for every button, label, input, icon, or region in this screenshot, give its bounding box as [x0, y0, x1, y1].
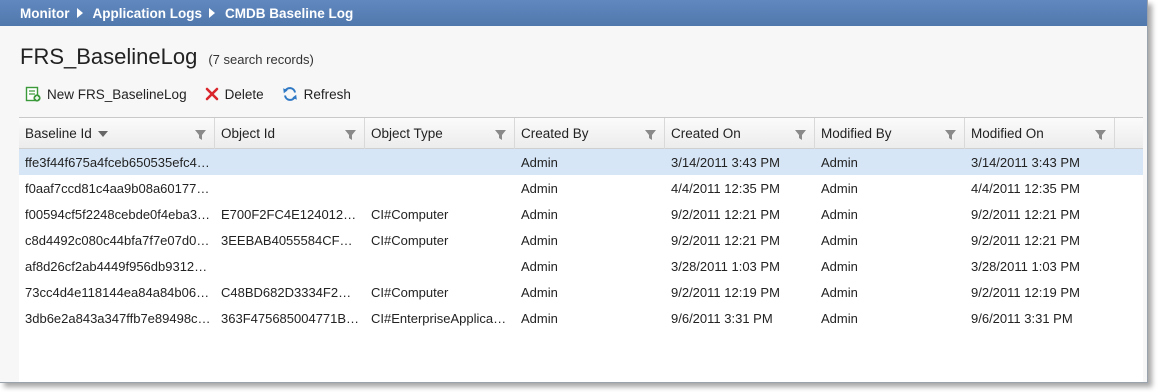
- column-header-label: Object Id: [221, 126, 276, 141]
- delete-x-icon: [205, 87, 219, 101]
- cell-modified-by: Admin: [821, 206, 858, 222]
- page-title: FRS_BaselineLog: [20, 44, 198, 69]
- table-row[interactable]: f0aaf7ccd81c4aa9b08a60177… Admin 4/4/201…: [19, 175, 1143, 201]
- column-header-label: Modified By: [821, 126, 892, 141]
- cell-object-id: C48BD682D3334F2…: [221, 284, 352, 300]
- column-header-label: Created By: [521, 126, 589, 141]
- table-row[interactable]: af8d26cf2ab4449f956db9312… Admin 3/28/20…: [19, 253, 1143, 279]
- cell-created-on: 9/2/2011 12:21 PM: [671, 206, 780, 222]
- column-header-modified-by[interactable]: Modified By: [815, 118, 965, 149]
- new-record-label: New FRS_BaselineLog: [47, 86, 187, 102]
- grid-header: Baseline Id Object Id Object Type Create…: [19, 118, 1143, 149]
- cell-modified-on: 9/2/2011 12:19 PM: [971, 284, 1080, 300]
- breadcrumb-item-cmdb-baseline-log: CMDB Baseline Log: [225, 6, 353, 21]
- cell-object-type: CI#Computer: [371, 206, 449, 222]
- cell-modified-by: Admin: [821, 284, 858, 300]
- cell-created-on: 9/2/2011 12:21 PM: [671, 232, 780, 248]
- grid-body: ffe3f44f675a4fceb650535efc4… Admin 3/14/…: [19, 149, 1143, 331]
- filter-icon[interactable]: [1095, 128, 1106, 143]
- cell-created-on: 9/2/2011 12:19 PM: [671, 284, 780, 300]
- refresh-label: Refresh: [303, 86, 351, 102]
- app-window: Monitor Application Logs CMDB Baseline L…: [0, 0, 1148, 383]
- cell-baseline-id: f00594cf5f2248cebde0f4eba3…: [25, 206, 211, 222]
- main-content: FRS_BaselineLog (7 search records) New F…: [0, 26, 1147, 382]
- cell-modified-on: 9/2/2011 12:21 PM: [971, 206, 1080, 222]
- delete-label: Delete: [224, 86, 264, 102]
- breadcrumb-label: Application Logs: [92, 5, 203, 21]
- chevron-right-icon: [76, 8, 83, 18]
- cell-baseline-id: f0aaf7ccd81c4aa9b08a60177…: [25, 180, 210, 196]
- cell-baseline-id: af8d26cf2ab4449f956db9312…: [25, 258, 208, 274]
- cell-created-by: Admin: [521, 284, 558, 300]
- new-record-button[interactable]: New FRS_BaselineLog: [25, 86, 187, 102]
- cell-created-by: Admin: [521, 154, 558, 170]
- cell-modified-on: 9/2/2011 12:21 PM: [971, 232, 1080, 248]
- column-header-label: Object Type: [371, 126, 443, 141]
- breadcrumb-item-application-logs[interactable]: Application Logs: [93, 6, 226, 21]
- cell-baseline-id: ffe3f44f675a4fceb650535efc4…: [25, 154, 210, 170]
- cell-created-on: 3/28/2011 1:03 PM: [671, 258, 780, 274]
- column-header-created-by[interactable]: Created By: [515, 118, 665, 149]
- filter-icon[interactable]: [945, 128, 956, 143]
- column-header-created-on[interactable]: Created On: [665, 118, 815, 149]
- column-header-label: Modified On: [971, 126, 1044, 141]
- cell-created-on: 4/4/2011 12:35 PM: [671, 180, 780, 196]
- filter-icon[interactable]: [495, 128, 506, 143]
- breadcrumb: Monitor Application Logs CMDB Baseline L…: [0, 0, 1147, 26]
- column-header-object-id[interactable]: Object Id: [215, 118, 365, 149]
- cell-modified-by: Admin: [821, 154, 858, 170]
- cell-created-by: Admin: [521, 232, 558, 248]
- cell-created-by: Admin: [521, 206, 558, 222]
- filter-icon[interactable]: [645, 128, 656, 143]
- add-document-icon: [25, 86, 41, 102]
- table-row[interactable]: ffe3f44f675a4fceb650535efc4… Admin 3/14/…: [19, 149, 1143, 175]
- table-row[interactable]: 3db6e2a843a347ffb7e89498c… 363F475685004…: [19, 305, 1143, 331]
- filter-icon[interactable]: [195, 128, 206, 143]
- records-grid: Baseline Id Object Id Object Type Create…: [19, 117, 1143, 382]
- cell-object-type: CI#Computer: [371, 232, 449, 248]
- column-header-modified-on[interactable]: Modified On: [965, 118, 1115, 149]
- column-header-object-type[interactable]: Object Type: [365, 118, 515, 149]
- cell-modified-by: Admin: [821, 258, 858, 274]
- cell-modified-on: 3/14/2011 3:43 PM: [971, 154, 1080, 170]
- filter-icon[interactable]: [795, 128, 806, 143]
- column-header-baseline-id[interactable]: Baseline Id: [19, 118, 215, 149]
- cell-modified-by: Admin: [821, 232, 858, 248]
- breadcrumb-item-monitor[interactable]: Monitor: [20, 6, 93, 21]
- cell-baseline-id: 3db6e2a843a347ffb7e89498c…: [25, 310, 211, 326]
- chevron-right-icon: [209, 8, 215, 18]
- cell-baseline-id: c8d4492c080c44bfa7f7e07d0…: [25, 232, 210, 248]
- breadcrumb-label: CMDB Baseline Log: [225, 5, 354, 21]
- cell-baseline-id: 73cc4d4e118144ea84a84b06…: [25, 284, 210, 300]
- cell-created-on: 3/14/2011 3:43 PM: [671, 154, 780, 170]
- cell-modified-on: 4/4/2011 12:35 PM: [971, 180, 1080, 196]
- cell-created-by: Admin: [521, 180, 558, 196]
- cell-object-type: CI#EnterpriseApplica…: [371, 310, 507, 326]
- cell-modified-on: 9/6/2011 3:31 PM: [971, 310, 1073, 326]
- cell-object-id: 3EEBAB4055584CF…: [221, 232, 353, 248]
- toolbar: New FRS_BaselineLog Delete Refresh: [25, 86, 369, 102]
- table-row[interactable]: 73cc4d4e118144ea84a84b06… C48BD682D3334F…: [19, 279, 1143, 305]
- sort-descending-icon: [97, 130, 108, 137]
- filter-icon[interactable]: [345, 128, 356, 143]
- cell-object-id: E700F2FC4E124012…: [221, 206, 357, 222]
- cell-modified-by: Admin: [821, 310, 858, 326]
- cell-modified-on: 3/28/2011 1:03 PM: [971, 258, 1080, 274]
- record-count: (7 search records): [208, 52, 314, 67]
- breadcrumb-label: Monitor: [20, 5, 70, 21]
- cell-object-type: CI#Computer: [371, 284, 449, 300]
- refresh-icon: [282, 86, 298, 102]
- delete-button[interactable]: Delete: [205, 87, 264, 102]
- table-row[interactable]: f00594cf5f2248cebde0f4eba3… E700F2FC4E12…: [19, 201, 1143, 227]
- refresh-button[interactable]: Refresh: [282, 86, 351, 102]
- cell-created-on: 9/6/2011 3:31 PM: [671, 310, 773, 326]
- cell-object-id: 363F475685004771B…: [221, 310, 360, 326]
- table-row[interactable]: c8d4492c080c44bfa7f7e07d0… 3EEBAB4055584…: [19, 227, 1143, 253]
- cell-created-by: Admin: [521, 310, 558, 326]
- column-header-label: Created On: [671, 126, 741, 141]
- title-row: FRS_BaselineLog (7 search records): [20, 44, 314, 70]
- cell-created-by: Admin: [521, 258, 558, 274]
- cell-modified-by: Admin: [821, 180, 858, 196]
- column-header-label: Baseline Id: [25, 126, 92, 141]
